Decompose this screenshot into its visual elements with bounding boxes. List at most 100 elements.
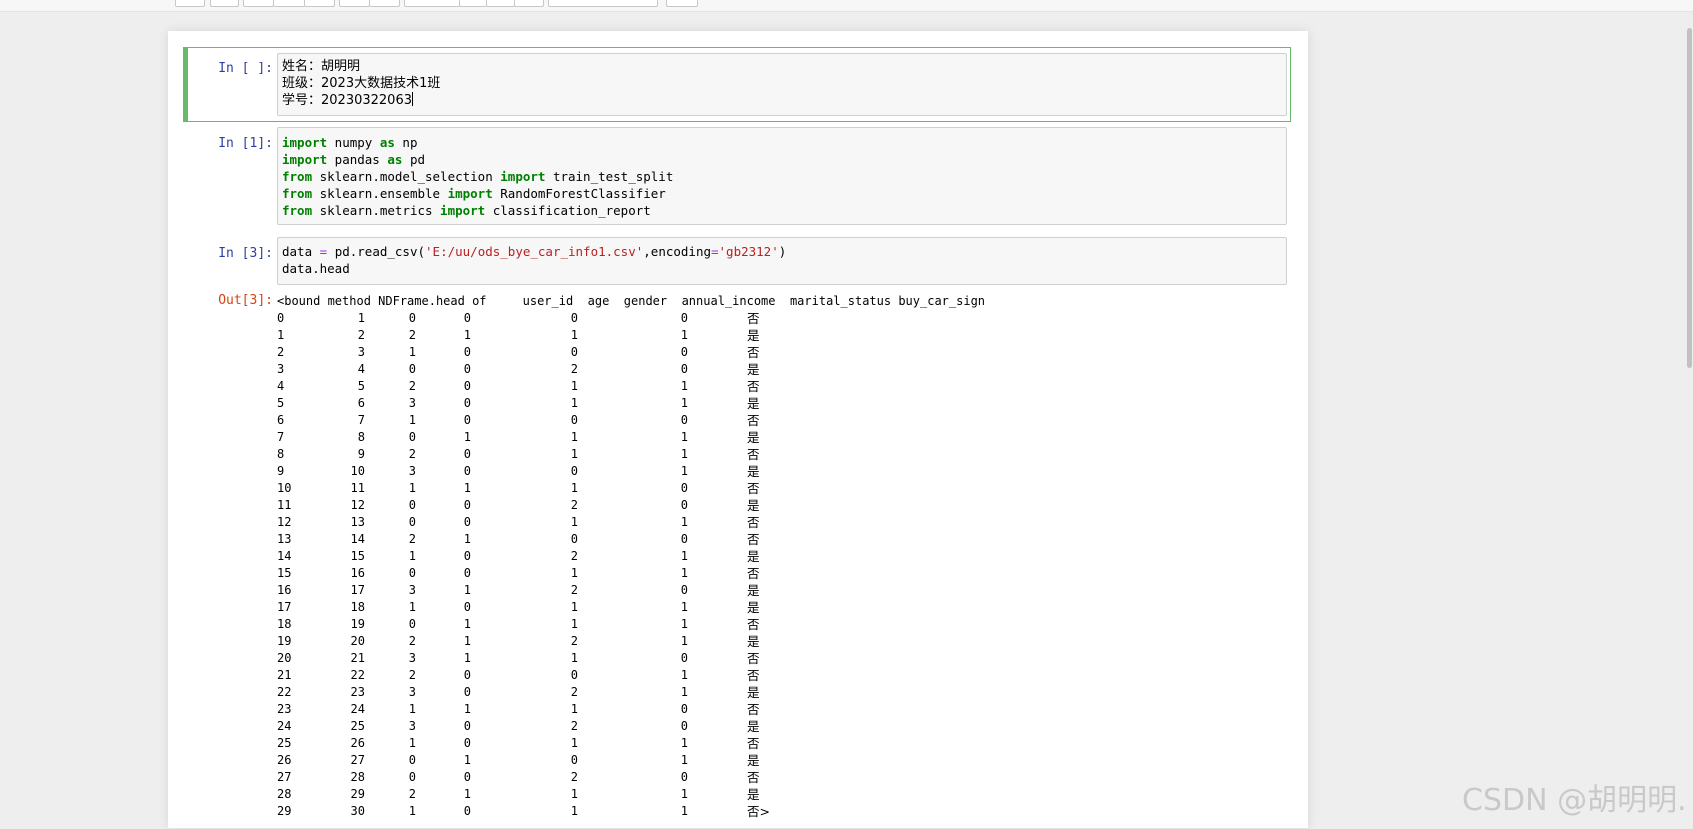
cell-type-select[interactable] [548, 0, 658, 7]
restart-run-button[interactable] [514, 0, 544, 7]
interrupt-button[interactable] [459, 0, 487, 7]
output-cell: 0 [570, 464, 578, 478]
output-row: 0 1 0 0 0 0 否 [277, 310, 1277, 327]
output-cell: 0 [408, 753, 416, 767]
output-cell: 0 [463, 464, 471, 478]
cell-editor[interactable]: 姓名：胡明明 班级：2023大数据技术1班 学号：20230322063 [277, 53, 1287, 116]
output-cell: 1 [463, 481, 471, 495]
paste-button[interactable] [304, 0, 335, 7]
output-cell: 1 [570, 379, 578, 393]
class-line: 班级：2023大数据技术1班 [282, 76, 441, 91]
output-row: 27 28 0 0 2 0 否 [277, 769, 1277, 786]
output-cell: 27 [350, 753, 365, 767]
command-palette-button[interactable] [666, 0, 698, 7]
output-row: 21 22 2 0 0 1 否 [277, 667, 1277, 684]
output-row: 9 10 3 0 0 1 是 [277, 463, 1277, 480]
output-cell: 2 [408, 668, 416, 682]
output-row: 29 30 1 0 1 1 否> [277, 803, 1277, 820]
output-cell: 13 [277, 532, 292, 546]
move-up-button[interactable] [339, 0, 370, 7]
output-cell: 是 [747, 583, 760, 598]
restart-button[interactable] [486, 0, 515, 7]
output-cell: 18 [350, 600, 365, 614]
save-button[interactable] [175, 0, 205, 7]
output-cell: 8 [357, 430, 365, 444]
output-cell: 0 [680, 583, 688, 597]
run-button[interactable] [404, 0, 460, 7]
output-cell: 1 [680, 464, 688, 478]
output-cell: 否 [747, 736, 760, 751]
output-cell: 4 [357, 362, 365, 376]
keyword: import [282, 135, 328, 150]
output-cell: 0 [463, 345, 471, 359]
output-cell: 26 [350, 736, 365, 750]
output-cell: 15 [350, 549, 365, 563]
output-cell: 否 [747, 311, 760, 326]
output-cell: 否> [747, 804, 770, 819]
code-editor[interactable]: data = pd.read_csv('E:/uu/ods_bye_car_in… [277, 237, 1287, 285]
output-cell: 1 [680, 515, 688, 529]
output-cell: 1 [570, 600, 578, 614]
output-cell: 2 [570, 362, 578, 376]
code-text: sklearn.metrics [312, 203, 441, 218]
output-cell: 2 [408, 634, 416, 648]
output-cell: 10 [350, 464, 365, 478]
output-cell: 14 [277, 549, 292, 563]
output-cell: 21 [350, 651, 365, 665]
output-row: 5 6 3 0 1 1 是 [277, 395, 1277, 412]
cell-read-csv[interactable]: In [3]: data = pd.read_csv('E:/uu/ods_by… [183, 237, 1291, 287]
code-editor[interactable]: import numpy as np import pandas as pd f… [277, 127, 1287, 225]
output-cell: 23 [277, 702, 292, 716]
output-cell: 1 [570, 328, 578, 342]
output-cell: 是 [747, 753, 760, 768]
output-row: 20 21 3 1 1 0 否 [277, 650, 1277, 667]
output-cell: 1 [408, 702, 416, 716]
output-cell: 0 [463, 515, 471, 529]
add-cell-button[interactable] [210, 0, 239, 7]
output-cell: 0 [680, 498, 688, 512]
output-cell: 1 [408, 600, 416, 614]
output-cell: 否 [747, 515, 760, 530]
output-cell: 0 [408, 362, 416, 376]
output-cell: 1 [680, 447, 688, 461]
output-cell: 3 [408, 719, 416, 733]
output-cell: 0 [463, 549, 471, 563]
output-cell: 2 [570, 719, 578, 733]
output-cell: 6 [277, 413, 285, 427]
output-cell: 0 [277, 311, 285, 325]
output-cell: 1 [680, 736, 688, 750]
output-cell: 1 [463, 634, 471, 648]
code-text: numpy [327, 135, 380, 150]
code-line: import numpy as np [282, 134, 1282, 151]
output-cell: 0 [408, 498, 416, 512]
output-cell: 0 [570, 413, 578, 427]
keyword: import [447, 186, 493, 201]
output-cell: 5 [357, 379, 365, 393]
output-cell: 3 [277, 362, 285, 376]
output-cell: 1 [463, 702, 471, 716]
output-cell: 1 [408, 804, 416, 818]
copy-button[interactable] [273, 0, 305, 7]
output-row: 24 25 3 0 2 0 是 [277, 718, 1277, 735]
output-cell: 0 [463, 566, 471, 580]
page-scrollbar[interactable] [1687, 28, 1692, 368]
move-down-button[interactable] [369, 0, 400, 7]
code-line: from sklearn.model_selection import trai… [282, 168, 1282, 185]
output-cell: 0 [680, 702, 688, 716]
output-cell: 是 [747, 328, 760, 343]
cut-button[interactable] [243, 0, 274, 7]
output-row: 22 23 3 0 2 1 是 [277, 684, 1277, 701]
output-cell: 16 [350, 566, 365, 580]
output-cell: 9 [357, 447, 365, 461]
output-cell: 1 [463, 583, 471, 597]
output-cell: 1 [680, 617, 688, 631]
output-row: 23 24 1 1 1 0 否 [277, 701, 1277, 718]
output-cell: 0 [463, 498, 471, 512]
output-row: 19 20 2 1 2 1 是 [277, 633, 1277, 650]
cell-markdown-selected[interactable]: In [ ]: 姓名：胡明明 班级：2023大数据技术1班 学号：2023032… [183, 47, 1291, 122]
output-cell: 1 [680, 396, 688, 410]
output-row: 7 8 0 1 1 1 是 [277, 429, 1277, 446]
output-cell: 6 [357, 396, 365, 410]
cell-imports[interactable]: In [1]: import numpy as np import pandas… [183, 125, 1291, 225]
output-cell: 否 [747, 447, 760, 462]
